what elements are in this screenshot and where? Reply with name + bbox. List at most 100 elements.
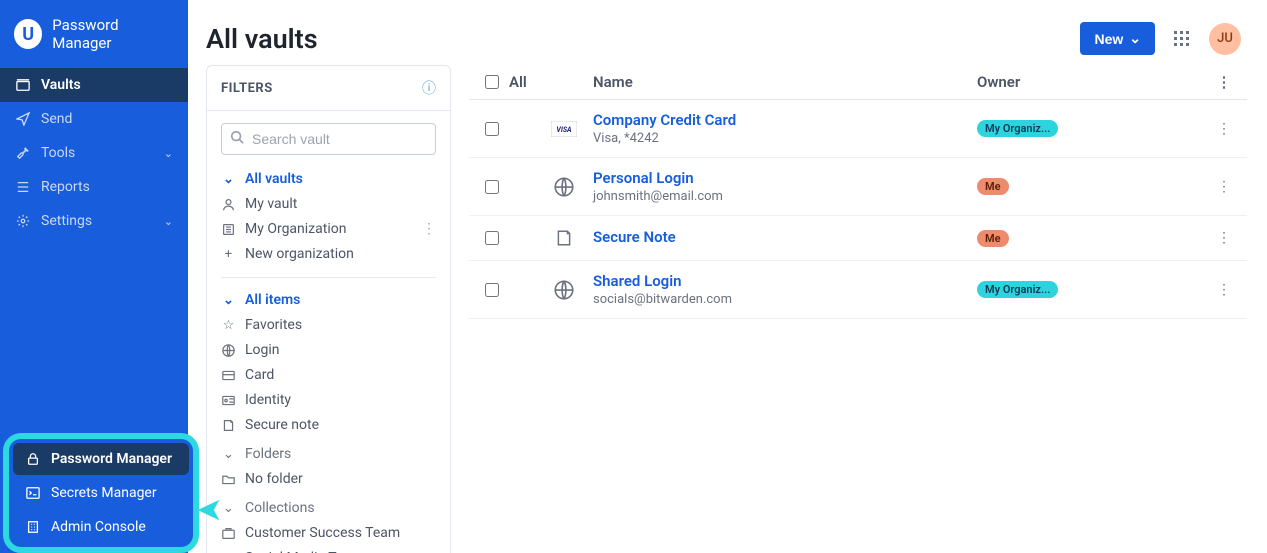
avatar[interactable]: JU [1209, 23, 1241, 55]
filter-no-folder[interactable]: No folder [221, 467, 436, 492]
owner-badge: Me [977, 230, 1009, 247]
filter-my-organization[interactable]: My Organization ⋮ [221, 217, 436, 242]
switcher-password-manager[interactable]: Password Manager [13, 443, 189, 475]
filter-identity[interactable]: Identity [221, 388, 436, 413]
filter-folders[interactable]: ⌄ Folders [221, 442, 436, 467]
new-button[interactable]: New ⌄ [1080, 22, 1155, 55]
filter-all-vaults[interactable]: ⌄ All vaults [221, 167, 436, 192]
apps-grid-icon[interactable] [1169, 26, 1195, 52]
chevron-down-icon: ⌄ [221, 170, 236, 190]
note-icon [221, 419, 236, 432]
nav-label: Send [41, 111, 173, 127]
item-name[interactable]: Shared Login [593, 272, 977, 290]
filter-collection-cst[interactable]: Customer Success Team [221, 521, 436, 546]
lock-icon [25, 452, 41, 466]
help-icon[interactable]: ⓘ [422, 78, 436, 98]
table-header: All Name Owner ⋮ [469, 65, 1247, 100]
filter-label: Secure note [245, 415, 319, 436]
nav-settings[interactable]: Settings ⌄ [0, 204, 188, 238]
nav-reports[interactable]: Reports [0, 170, 188, 204]
search-wrap [221, 123, 436, 155]
col-name-label: Name [593, 73, 977, 91]
card-icon [221, 369, 236, 382]
chevron-down-icon: ⌄ [164, 147, 173, 160]
switcher-admin-console[interactable]: Admin Console [13, 511, 189, 543]
search-input[interactable] [221, 123, 436, 155]
filter-new-organization[interactable]: + New organization [221, 242, 436, 267]
row-checkbox[interactable] [485, 231, 499, 245]
globe-icon [549, 176, 579, 198]
terminal-icon [25, 486, 41, 500]
filter-label: Favorites [245, 315, 302, 336]
plus-icon: + [221, 245, 236, 265]
filters-header: FILTERS ⓘ [207, 66, 450, 111]
table-row: VISA Company Credit Card Visa, *4242 My … [469, 100, 1247, 158]
svg-text:VISA: VISA [556, 126, 572, 134]
item-name[interactable]: Personal Login [593, 169, 977, 187]
filter-favorites[interactable]: ☆ Favorites [221, 313, 436, 338]
chevron-down-icon: ⌄ [221, 291, 236, 311]
row-menu-icon[interactable]: ⋮ [1207, 230, 1241, 246]
filter-label: All vaults [245, 169, 303, 190]
row-checkbox[interactable] [485, 283, 499, 297]
gear-icon [15, 214, 31, 228]
nav-vaults[interactable]: Vaults [0, 68, 188, 102]
filters-title: FILTERS [221, 81, 273, 96]
table-row: Shared Login socials@bitwarden.com My Or… [469, 261, 1247, 319]
brand-name: Password Manager [52, 16, 174, 52]
filters-panel: FILTERS ⓘ ⌄ All vaults [206, 65, 451, 553]
owner-badge: Me [977, 178, 1009, 195]
new-button-label: New [1094, 31, 1123, 47]
main: All vaults New ⌄ JU FILTERS ⓘ [188, 0, 1267, 553]
collection-icon [221, 527, 236, 540]
filter-label: Folders [245, 444, 291, 465]
filter-label: Login [245, 340, 280, 361]
row-checkbox[interactable] [485, 122, 499, 136]
filter-label: Customer Success Team [245, 523, 400, 544]
row-menu-icon[interactable]: ⋮ [1207, 179, 1241, 195]
filter-collection-smt[interactable]: Social Media Team [221, 546, 436, 553]
filter-card[interactable]: Card [221, 363, 436, 388]
nav-tools[interactable]: Tools ⌄ [0, 136, 188, 170]
chevron-down-icon: ⌄ [221, 445, 236, 465]
brand[interactable]: U Password Manager [0, 0, 188, 68]
filter-collections[interactable]: ⌄ Collections [221, 496, 436, 521]
row-checkbox[interactable] [485, 180, 499, 194]
sidebar: U Password Manager Vaults Send Tools ⌄ R… [0, 0, 188, 553]
star-icon: ☆ [221, 316, 236, 336]
nav-label: Tools [41, 145, 154, 161]
archive-icon [15, 78, 31, 92]
id-icon [221, 394, 236, 407]
row-menu-icon[interactable]: ⋮ [1207, 282, 1241, 298]
table-row: Personal Login johnsmith@email.com Me ⋮ [469, 158, 1247, 216]
org-icon [221, 223, 236, 236]
header-menu-icon[interactable]: ⋮ [1207, 73, 1241, 91]
topbar: All vaults New ⌄ JU [188, 0, 1267, 65]
item-name[interactable]: Secure Note [593, 228, 977, 246]
switcher-label: Password Manager [51, 451, 172, 467]
nav-send[interactable]: Send [0, 102, 188, 136]
filter-label: Collections [245, 498, 315, 519]
filter-my-vault[interactable]: My vault [221, 192, 436, 217]
nav-label: Settings [41, 213, 154, 229]
filter-label: My Organization [245, 219, 346, 240]
more-icon[interactable]: ⋮ [422, 219, 436, 240]
wrench-icon [15, 146, 31, 160]
owner-badge: My Organiz... [977, 281, 1058, 298]
col-owner-label: Owner [977, 73, 1207, 91]
globe-icon [549, 279, 579, 301]
filter-label: New organization [245, 244, 354, 265]
search-icon [230, 130, 244, 144]
select-all-checkbox[interactable] [485, 75, 499, 89]
filter-secure-note[interactable]: Secure note [221, 413, 436, 438]
filter-all-items[interactable]: ⌄ All items [221, 288, 436, 313]
report-icon [15, 180, 31, 194]
filter-label: No folder [245, 469, 303, 490]
switcher-secrets-manager[interactable]: Secrets Manager [13, 477, 189, 509]
filter-login[interactable]: Login [221, 338, 436, 363]
nav-label: Reports [41, 179, 173, 195]
note-icon [549, 227, 579, 249]
item-sub: socials@bitwarden.com [593, 292, 977, 307]
item-name[interactable]: Company Credit Card [593, 111, 977, 129]
row-menu-icon[interactable]: ⋮ [1207, 121, 1241, 137]
